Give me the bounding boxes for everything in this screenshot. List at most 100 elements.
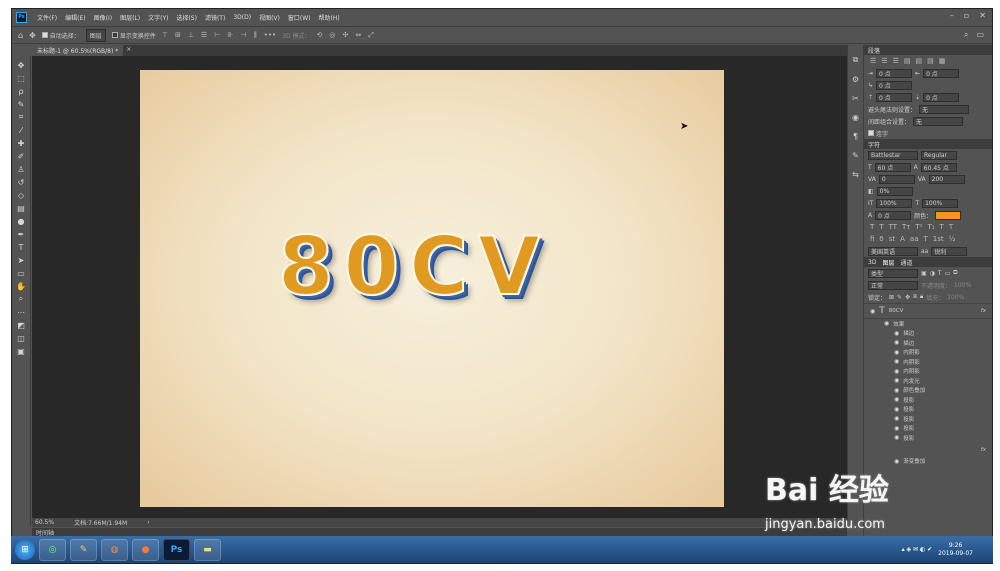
filter-adjust-icon[interactable]: ◑ [930, 270, 935, 277]
dodge-icon[interactable]: ● [14, 216, 28, 226]
ordinals-icon[interactable]: T [924, 235, 928, 243]
hand-icon[interactable]: ✋ [14, 281, 28, 291]
tab-channels[interactable]: 通道 [900, 258, 912, 267]
mojikumi-dropdown[interactable]: 无 [913, 116, 964, 126]
more-tools-icon[interactable]: ⋯ [14, 307, 28, 317]
left-indent-field[interactable]: 0 点 [876, 68, 913, 78]
tracking-field[interactable]: 200 [928, 174, 965, 184]
lasso-icon[interactable]: ρ [14, 86, 28, 96]
zoom-level[interactable]: 60.5% [35, 519, 54, 526]
3d-scale-icon[interactable]: ⤢ [368, 31, 374, 40]
menu-select[interactable]: 选择(S) [172, 13, 201, 22]
fill-value[interactable]: 100% [947, 294, 964, 301]
effect-row[interactable]: ◉ 内阴影 [864, 348, 992, 358]
screen-mode-icon[interactable]: ▣ [14, 346, 28, 356]
filter-pixel-icon[interactable]: ▣ [921, 270, 927, 277]
align-right-text-icon[interactable]: ☰ [893, 57, 899, 65]
eye-icon[interactable]: ◉ [894, 396, 899, 403]
fx-icon[interactable]: fx [981, 447, 986, 453]
eye-icon[interactable]: ◉ [894, 330, 899, 337]
search-icon[interactable]: ⌕ [964, 30, 968, 40]
effect-row[interactable]: ◉ 投影 [864, 424, 992, 434]
effect-row[interactable]: ◉ 投影 [864, 414, 992, 424]
app-firefox-icon[interactable]: ● [132, 538, 159, 561]
eye-icon[interactable]: ◉ [894, 387, 899, 394]
align-left-icon[interactable]: ⊢ [214, 31, 220, 40]
blend-mode-dropdown[interactable]: 正常 [868, 280, 918, 290]
justify-all-icon[interactable]: ▦ [939, 57, 946, 65]
space-after-field[interactable]: 0 点 [923, 92, 960, 102]
horizontal-scale-field[interactable]: 100% [922, 198, 959, 208]
eye-icon[interactable]: ◉ [894, 425, 899, 432]
menu-layer[interactable]: 图层(L) [116, 13, 144, 22]
layer-row-80cv[interactable]: ◉ T 80CV fx [864, 303, 992, 319]
effect-row[interactable]: ◉ 内发光 [864, 376, 992, 386]
effect-row[interactable]: ◉ 投影 [864, 433, 992, 443]
brush-settings-icon[interactable]: ✎ [852, 151, 859, 160]
fractions-icon[interactable]: 1st [933, 235, 944, 243]
font-style-dropdown[interactable]: Regular [921, 150, 957, 160]
align-top-icon[interactable]: ⊤ [162, 31, 168, 40]
lock-paint-icon[interactable]: ✎ [897, 294, 902, 301]
language-dropdown[interactable]: 美国英语 [868, 246, 918, 256]
distribute-icon[interactable]: ☰ [201, 31, 207, 40]
font-family-dropdown[interactable]: Battlestar [868, 150, 918, 160]
app-tool-icon[interactable]: ✎ [70, 538, 97, 561]
eye-icon[interactable]: ◉ [894, 368, 899, 375]
tool-presets-icon[interactable]: ⇆ [852, 170, 859, 179]
character-panel-title[interactable]: 字符 [864, 139, 992, 149]
layer-name[interactable]: 80CV [889, 308, 904, 314]
lock-artboard-icon[interactable]: ⧈ [913, 293, 917, 301]
tab-layers[interactable]: 图层 [882, 258, 894, 267]
properties-icon[interactable]: ⚙ [852, 75, 859, 84]
tab-close-icon[interactable]: × [123, 45, 134, 56]
restore-button[interactable]: ▫ [964, 11, 969, 20]
second-layer-row[interactable]: fx [864, 443, 992, 457]
status-arrow-icon[interactable]: › [147, 519, 149, 526]
rectangle-icon[interactable]: ▭ [14, 268, 28, 278]
filter-smart-icon[interactable]: ⧉ [953, 269, 957, 277]
right-indent-field[interactable]: 0 点 [923, 68, 960, 78]
show-transform-checkbox[interactable]: 显示变换控件 [111, 31, 156, 40]
fraction-icon[interactable]: ½ [949, 235, 956, 243]
type-icon[interactable]: T [14, 242, 28, 252]
menu-edit[interactable]: 编辑(E) [61, 13, 89, 22]
lock-pixels-icon[interactable]: ⊠ [889, 294, 894, 301]
path-select-icon[interactable]: ➤ [14, 255, 28, 265]
styles-icon[interactable]: ◉ [852, 113, 859, 122]
move-icon[interactable]: ✥ [14, 60, 28, 70]
3d-pan-icon[interactable]: ✣ [343, 31, 349, 40]
layer-filter-dropdown[interactable]: 类型 [868, 268, 918, 278]
justify-right-icon[interactable]: ▤ [927, 57, 934, 65]
align-left-text-icon[interactable]: ☰ [870, 57, 876, 65]
faux-italic-icon[interactable]: T [879, 223, 883, 231]
menu-3d[interactable]: 3D(D) [229, 14, 255, 21]
move-tool-icon[interactable]: ✥ [29, 31, 36, 40]
space-before-field[interactable]: 0 点 [876, 92, 913, 102]
crop-icon[interactable]: ⌗ [14, 112, 28, 122]
eye-icon[interactable]: ◉ [894, 406, 899, 413]
menu-view[interactable]: 视图(V) [255, 13, 284, 22]
alternates-icon[interactable]: A [900, 235, 905, 243]
menu-help[interactable]: 帮助(H) [315, 13, 344, 22]
3d-roll-icon[interactable]: ◎ [329, 31, 335, 40]
document-tab[interactable]: 未标题-1 @ 60.5%(RGB/8) * [32, 45, 124, 56]
menu-type[interactable]: 文字(Y) [144, 13, 172, 22]
brush-icon[interactable]: ✐ [14, 151, 28, 161]
all-caps-icon[interactable]: TT [889, 223, 897, 231]
minimize-button[interactable]: – [950, 11, 954, 20]
justify-left-icon[interactable]: ▤ [904, 57, 911, 65]
home-icon[interactable]: ⌂ [18, 31, 23, 40]
quick-select-icon[interactable]: ✎ [14, 99, 28, 109]
eye-icon[interactable]: ◉ [894, 339, 899, 346]
hyphenate-checkbox[interactable]: 连字 [868, 129, 888, 138]
history-brush-icon[interactable]: ↺ [14, 177, 28, 187]
quick-mask-icon[interactable]: ◫ [14, 333, 28, 343]
eye-icon[interactable]: ◉ [884, 320, 889, 327]
eraser-icon[interactable]: ◇ [14, 190, 28, 200]
align-center-icon[interactable]: ⊪ [227, 31, 233, 40]
color-swatches-icon[interactable]: ◩ [14, 320, 28, 330]
adjustments-icon[interactable]: ✂ [852, 94, 859, 103]
start-button[interactable]: ⊞ [15, 539, 35, 560]
tab-3d[interactable]: 3D [868, 259, 876, 266]
